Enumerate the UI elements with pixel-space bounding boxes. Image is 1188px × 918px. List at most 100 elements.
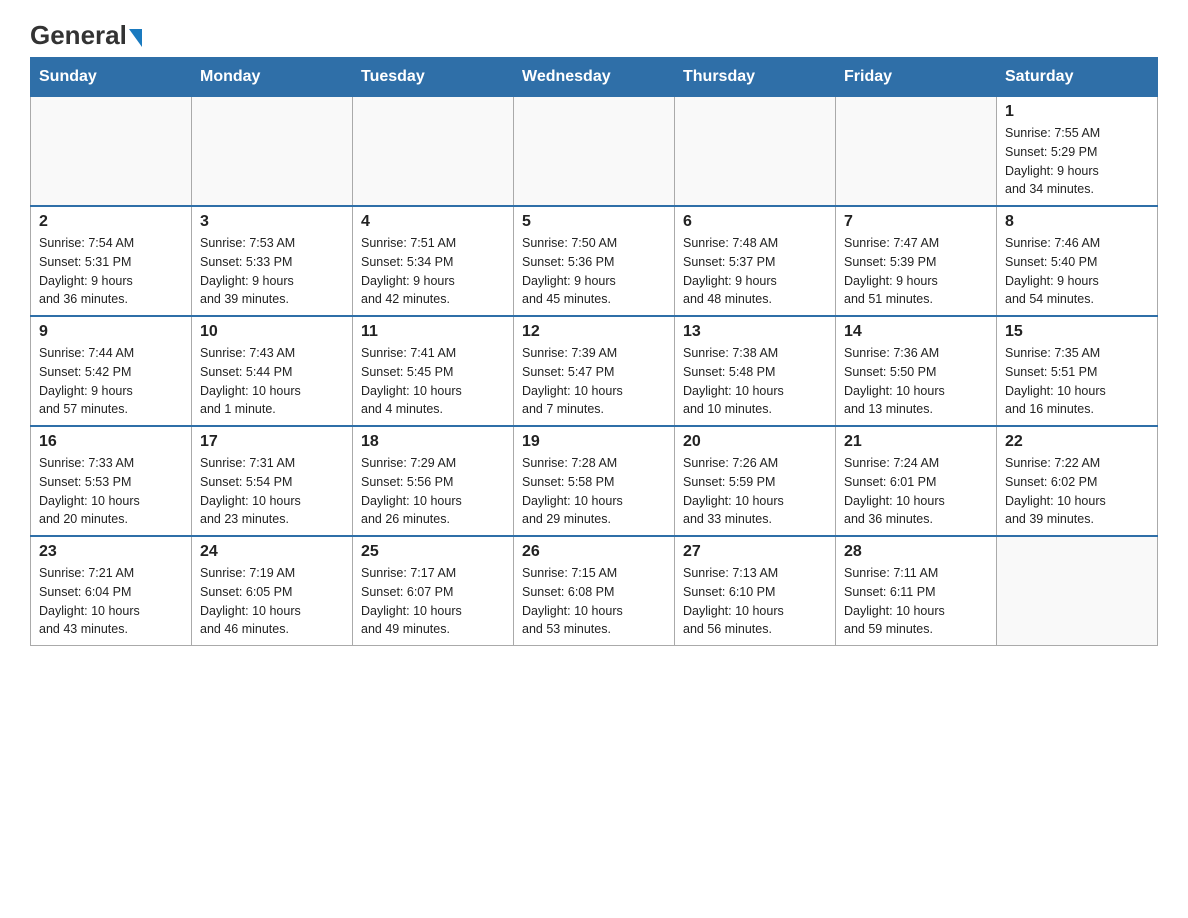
weekday-header-wednesday: Wednesday xyxy=(514,58,675,97)
calendar-week-2: 9Sunrise: 7:44 AM Sunset: 5:42 PM Daylig… xyxy=(31,316,1158,426)
calendar-cell-week3-day6: 22 Sunrise: 7:22 AM Sunset: 6:02 PM Dayli… xyxy=(997,426,1158,536)
day-info: Sunrise: 7:44 AM Sunset: 5:42 PM Dayligh… xyxy=(39,344,183,419)
calendar-week-3: 16 Sunrise: 7:33 AM Sunset: 5:53 PM Dayli… xyxy=(31,426,1158,536)
calendar-cell-week0-day1 xyxy=(192,97,353,207)
day-info: Sunrise: 7:28 AM Sunset: 5:58 PM Dayligh… xyxy=(522,454,666,529)
calendar-cell-week1-day2: 4 Sunrise: 7:51 AM Sunset: 5:34 PM Daylig… xyxy=(353,206,514,316)
day-number: 1 xyxy=(1005,103,1149,121)
day-info: Sunrise: 7:35 AM Sunset: 5:51 PM Dayligh… xyxy=(1005,344,1149,419)
calendar-cell-week4-day3: 26 Sunrise: 7:15 AM Sunset: 6:08 PM Dayli… xyxy=(514,536,675,646)
day-info: Sunrise: 7:55 AM Sunset: 5:29 PM Dayligh… xyxy=(1005,124,1149,199)
calendar-cell-week1-day6: 8Sunrise: 7:46 AM Sunset: 5:40 PM Daylig… xyxy=(997,206,1158,316)
calendar-cell-week4-day0: 23 Sunrise: 7:21 AM Sunset: 6:04 PM Dayli… xyxy=(31,536,192,646)
logo-arrow-icon xyxy=(129,29,142,47)
calendar-cell-week4-day4: 27 Sunrise: 7:13 AM Sunset: 6:10 PM Dayli… xyxy=(675,536,836,646)
calendar-cell-week2-day1: 10 Sunrise: 7:43 AM Sunset: 5:44 PM Dayli… xyxy=(192,316,353,426)
calendar-table: SundayMondayTuesdayWednesdayThursdayFrid… xyxy=(30,57,1158,646)
logo-general: General xyxy=(30,20,127,51)
calendar-cell-week3-day3: 19 Sunrise: 7:28 AM Sunset: 5:58 PM Dayli… xyxy=(514,426,675,536)
calendar-week-4: 23 Sunrise: 7:21 AM Sunset: 6:04 PM Dayli… xyxy=(31,536,1158,646)
day-info: Sunrise: 7:11 AM Sunset: 6:11 PM Dayligh… xyxy=(844,564,988,639)
calendar-cell-week0-day5 xyxy=(836,97,997,207)
calendar-cell-week1-day5: 7Sunrise: 7:47 AM Sunset: 5:39 PM Daylig… xyxy=(836,206,997,316)
calendar-cell-week2-day5: 14 Sunrise: 7:36 AM Sunset: 5:50 PM Dayli… xyxy=(836,316,997,426)
calendar-cell-week3-day2: 18 Sunrise: 7:29 AM Sunset: 5:56 PM Dayli… xyxy=(353,426,514,536)
day-number: 27 xyxy=(683,543,827,561)
day-number: 17 xyxy=(200,433,344,451)
calendar-cell-week3-day1: 17 Sunrise: 7:31 AM Sunset: 5:54 PM Dayli… xyxy=(192,426,353,536)
day-info: Sunrise: 7:54 AM Sunset: 5:31 PM Dayligh… xyxy=(39,234,183,309)
day-info: Sunrise: 7:26 AM Sunset: 5:59 PM Dayligh… xyxy=(683,454,827,529)
calendar-cell-week2-day4: 13Sunrise: 7:38 AM Sunset: 5:48 PM Dayli… xyxy=(675,316,836,426)
day-number: 19 xyxy=(522,433,666,451)
calendar-cell-week4-day2: 25Sunrise: 7:17 AM Sunset: 6:07 PM Dayli… xyxy=(353,536,514,646)
day-number: 11 xyxy=(361,323,505,341)
calendar-cell-week0-day2 xyxy=(353,97,514,207)
day-info: Sunrise: 7:43 AM Sunset: 5:44 PM Dayligh… xyxy=(200,344,344,419)
calendar-cell-week1-day4: 6 Sunrise: 7:48 AM Sunset: 5:37 PM Daylig… xyxy=(675,206,836,316)
day-info: Sunrise: 7:17 AM Sunset: 6:07 PM Dayligh… xyxy=(361,564,505,639)
day-info: Sunrise: 7:33 AM Sunset: 5:53 PM Dayligh… xyxy=(39,454,183,529)
calendar-cell-week3-day0: 16 Sunrise: 7:33 AM Sunset: 5:53 PM Dayli… xyxy=(31,426,192,536)
day-info: Sunrise: 7:31 AM Sunset: 5:54 PM Dayligh… xyxy=(200,454,344,529)
weekday-header-saturday: Saturday xyxy=(997,58,1158,97)
calendar-cell-week4-day5: 28 Sunrise: 7:11 AM Sunset: 6:11 PM Dayli… xyxy=(836,536,997,646)
day-info: Sunrise: 7:24 AM Sunset: 6:01 PM Dayligh… xyxy=(844,454,988,529)
day-number: 8 xyxy=(1005,213,1149,231)
day-info: Sunrise: 7:39 AM Sunset: 5:47 PM Dayligh… xyxy=(522,344,666,419)
day-number: 14 xyxy=(844,323,988,341)
day-number: 13 xyxy=(683,323,827,341)
calendar-cell-week3-day5: 21 Sunrise: 7:24 AM Sunset: 6:01 PM Dayli… xyxy=(836,426,997,536)
calendar-cell-week2-day6: 15 Sunrise: 7:35 AM Sunset: 5:51 PM Dayli… xyxy=(997,316,1158,426)
day-number: 22 xyxy=(1005,433,1149,451)
day-info: Sunrise: 7:13 AM Sunset: 6:10 PM Dayligh… xyxy=(683,564,827,639)
day-number: 28 xyxy=(844,543,988,561)
day-number: 23 xyxy=(39,543,183,561)
weekday-header-sunday: Sunday xyxy=(31,58,192,97)
day-number: 10 xyxy=(200,323,344,341)
calendar-cell-week0-day4 xyxy=(675,97,836,207)
day-number: 5 xyxy=(522,213,666,231)
day-info: Sunrise: 7:21 AM Sunset: 6:04 PM Dayligh… xyxy=(39,564,183,639)
day-number: 2 xyxy=(39,213,183,231)
day-number: 6 xyxy=(683,213,827,231)
day-number: 18 xyxy=(361,433,505,451)
calendar-cell-week4-day6 xyxy=(997,536,1158,646)
calendar-week-1: 2 Sunrise: 7:54 AM Sunset: 5:31 PM Daylig… xyxy=(31,206,1158,316)
calendar-cell-week0-day3 xyxy=(514,97,675,207)
day-info: Sunrise: 7:51 AM Sunset: 5:34 PM Dayligh… xyxy=(361,234,505,309)
day-number: 20 xyxy=(683,433,827,451)
calendar-cell-week1-day3: 5 Sunrise: 7:50 AM Sunset: 5:36 PM Daylig… xyxy=(514,206,675,316)
calendar-cell-week1-day0: 2 Sunrise: 7:54 AM Sunset: 5:31 PM Daylig… xyxy=(31,206,192,316)
day-info: Sunrise: 7:22 AM Sunset: 6:02 PM Dayligh… xyxy=(1005,454,1149,529)
day-info: Sunrise: 7:47 AM Sunset: 5:39 PM Dayligh… xyxy=(844,234,988,309)
day-info: Sunrise: 7:19 AM Sunset: 6:05 PM Dayligh… xyxy=(200,564,344,639)
day-number: 24 xyxy=(200,543,344,561)
weekday-header-row: SundayMondayTuesdayWednesdayThursdayFrid… xyxy=(31,58,1158,97)
day-number: 4 xyxy=(361,213,505,231)
day-number: 21 xyxy=(844,433,988,451)
day-number: 3 xyxy=(200,213,344,231)
calendar-cell-week0-day0 xyxy=(31,97,192,207)
day-info: Sunrise: 7:15 AM Sunset: 6:08 PM Dayligh… xyxy=(522,564,666,639)
day-info: Sunrise: 7:41 AM Sunset: 5:45 PM Dayligh… xyxy=(361,344,505,419)
day-number: 15 xyxy=(1005,323,1149,341)
logo: General xyxy=(30,20,142,47)
calendar-cell-week0-day6: 1 Sunrise: 7:55 AM Sunset: 5:29 PM Daylig… xyxy=(997,97,1158,207)
calendar-cell-week2-day3: 12 Sunrise: 7:39 AM Sunset: 5:47 PM Dayli… xyxy=(514,316,675,426)
calendar-cell-week2-day2: 11 Sunrise: 7:41 AM Sunset: 5:45 PM Dayli… xyxy=(353,316,514,426)
day-info: Sunrise: 7:50 AM Sunset: 5:36 PM Dayligh… xyxy=(522,234,666,309)
calendar-week-0: 1 Sunrise: 7:55 AM Sunset: 5:29 PM Daylig… xyxy=(31,97,1158,207)
day-info: Sunrise: 7:53 AM Sunset: 5:33 PM Dayligh… xyxy=(200,234,344,309)
calendar-cell-week1-day1: 3 Sunrise: 7:53 AM Sunset: 5:33 PM Daylig… xyxy=(192,206,353,316)
weekday-header-monday: Monday xyxy=(192,58,353,97)
weekday-header-friday: Friday xyxy=(836,58,997,97)
weekday-header-tuesday: Tuesday xyxy=(353,58,514,97)
page-header: General xyxy=(30,20,1158,47)
day-number: 12 xyxy=(522,323,666,341)
day-info: Sunrise: 7:48 AM Sunset: 5:37 PM Dayligh… xyxy=(683,234,827,309)
day-number: 26 xyxy=(522,543,666,561)
day-number: 16 xyxy=(39,433,183,451)
day-info: Sunrise: 7:29 AM Sunset: 5:56 PM Dayligh… xyxy=(361,454,505,529)
day-info: Sunrise: 7:36 AM Sunset: 5:50 PM Dayligh… xyxy=(844,344,988,419)
